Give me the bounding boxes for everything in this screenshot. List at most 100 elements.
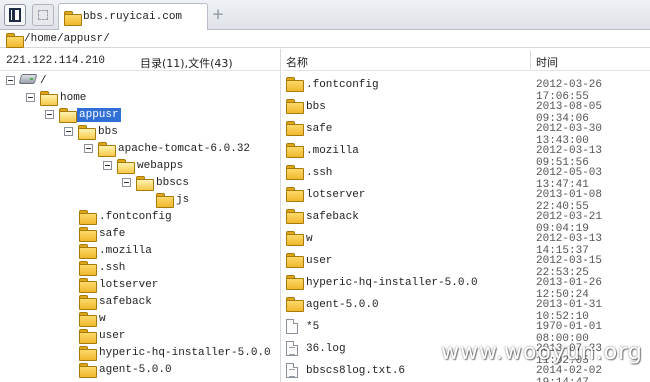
list-item[interactable]: lotserver 2013-01-08 22:40:55 <box>282 184 650 213</box>
list-item[interactable]: user 2012-03-15 22:53:25 <box>282 250 650 279</box>
list-item[interactable]: .mozilla 2012-03-13 09:51:56 <box>282 140 650 169</box>
file-name: .ssh <box>306 167 333 179</box>
file-name: safe <box>306 123 333 135</box>
directory-tree-pane: 221.122.114.210 目录(11),文件(43) / home app… <box>0 49 281 382</box>
collapse-toggle[interactable] <box>26 93 35 102</box>
tree-item-label: w <box>99 313 106 325</box>
list-item[interactable]: bbs 2013-08-05 09:34:06 <box>282 96 650 125</box>
collapse-toggle[interactable] <box>122 178 131 187</box>
file-icon <box>286 319 298 334</box>
panel-icon <box>9 8 21 22</box>
file-name: bbscs8log.txt.6 <box>306 365 406 377</box>
tree-item-label: .fontconfig <box>99 211 172 223</box>
tree-item-label: hyperic-hq-installer-5.0.0 <box>99 347 271 359</box>
folder-icon <box>286 253 304 268</box>
column-divider[interactable] <box>530 51 531 69</box>
file-list-header: 名称 时间 <box>282 49 650 71</box>
folder-icon <box>79 363 97 378</box>
folder-icon <box>156 193 174 208</box>
tree-item-label: appusr <box>77 108 121 122</box>
folder-icon <box>79 244 97 259</box>
tree-item-label: bbs <box>98 126 118 138</box>
tree-item-label: apache-tomcat-6.0.32 <box>118 143 251 155</box>
folder-icon <box>286 209 304 224</box>
folder-icon <box>79 278 97 293</box>
file-name: *5 <box>306 321 320 333</box>
current-path: /home/appusr/ <box>24 33 110 45</box>
tree-item-label: .mozilla <box>99 245 152 257</box>
folder-icon <box>79 346 97 361</box>
folder-icon <box>286 297 304 312</box>
folder-icon <box>286 187 304 202</box>
folder-icon <box>117 159 135 174</box>
watermark: www.wooyun.org <box>441 340 643 365</box>
list-item[interactable]: hyperic-hq-installer-5.0.0 2013-01-26 12… <box>282 272 650 301</box>
folder-icon <box>79 329 97 344</box>
tree-item-label: / <box>40 75 47 87</box>
file-name: agent-5.0.0 <box>306 299 379 311</box>
tree-item-label: safeback <box>99 296 152 308</box>
list-item[interactable]: safeback 2012-03-21 09:04:19 <box>282 206 650 235</box>
collapse-toggle[interactable] <box>6 76 15 85</box>
sidebar-toggle-button[interactable] <box>4 4 26 26</box>
tree-item-label: webapps <box>137 160 184 172</box>
tree-item-label: .ssh <box>99 262 126 274</box>
file-list-pane: 名称 时间 .fontconfig 2012-03-26 17:06:55 bb… <box>282 49 650 382</box>
file-icon <box>286 363 298 378</box>
list-item[interactable]: .fontconfig 2012-03-26 17:06:55 <box>282 74 650 103</box>
column-header-name[interactable]: 名称 <box>286 54 308 70</box>
collapse-toggle[interactable] <box>64 127 73 136</box>
collapse-toggle[interactable] <box>103 161 112 170</box>
folder-icon <box>79 227 97 242</box>
path-bar[interactable]: /home/appusr/ <box>0 30 650 48</box>
folder-icon <box>136 176 154 191</box>
folder-icon <box>6 33 24 48</box>
tree-item-label: agent-5.0.0 <box>99 364 172 376</box>
column-header-time[interactable]: 时间 <box>536 54 558 70</box>
file-name: lotserver <box>306 189 366 201</box>
tree-item-label: bbscs <box>156 177 190 189</box>
folder-icon <box>79 210 97 225</box>
folder-icon <box>79 295 97 310</box>
tab-bar: bbs.ruyicai.com + <box>0 0 650 30</box>
folder-icon <box>286 77 304 92</box>
file-time: 2014-02-02 19:14:47 <box>536 365 603 382</box>
folder-icon <box>59 108 77 123</box>
folder-icon <box>286 99 304 114</box>
file-name: .mozilla <box>306 145 359 157</box>
tab-current[interactable]: bbs.ruyicai.com <box>58 3 208 30</box>
tree-header: 221.122.114.210 目录(11),文件(43) <box>0 49 280 71</box>
file-icon <box>286 341 298 356</box>
folder-icon <box>98 142 116 157</box>
list-item[interactable]: safe 2012-03-30 13:43:00 <box>282 118 650 147</box>
list-item[interactable]: .ssh 2012-05-03 13:47:41 <box>282 162 650 191</box>
tree-item-label: lotserver <box>99 279 159 291</box>
folder-icon <box>64 11 82 26</box>
window-icon <box>38 10 48 20</box>
collapse-toggle[interactable] <box>45 110 54 119</box>
list-item[interactable]: *5 1970-01-01 08:00:00 <box>282 316 650 345</box>
folder-icon <box>286 165 304 180</box>
folder-icon <box>40 91 58 106</box>
tree-item-label: safe <box>99 228 126 240</box>
tree-item-label: user <box>99 330 126 342</box>
folder-icon <box>286 231 304 246</box>
tab-label: bbs.ruyicai.com <box>83 11 183 23</box>
folder-icon <box>79 312 97 327</box>
drive-icon <box>18 74 38 84</box>
collapse-toggle[interactable] <box>84 144 93 153</box>
new-window-button[interactable] <box>32 4 54 26</box>
list-item[interactable]: agent-5.0.0 2013-01-31 10:52:10 <box>282 294 650 323</box>
folder-icon <box>286 143 304 158</box>
dir-file-count: 目录(11),文件(43) <box>140 57 233 70</box>
list-item[interactable]: w 2012-03-13 14:15:37 <box>282 228 650 257</box>
new-tab-button[interactable]: + <box>210 6 226 22</box>
tree-item-label: js <box>176 194 190 206</box>
tree-item-label: home <box>60 92 87 104</box>
file-name: .fontconfig <box>306 79 379 91</box>
folder-icon <box>78 125 96 140</box>
folder-icon <box>286 121 304 136</box>
folder-icon <box>286 275 304 290</box>
file-name: safeback <box>306 211 359 223</box>
folder-icon <box>79 261 97 276</box>
